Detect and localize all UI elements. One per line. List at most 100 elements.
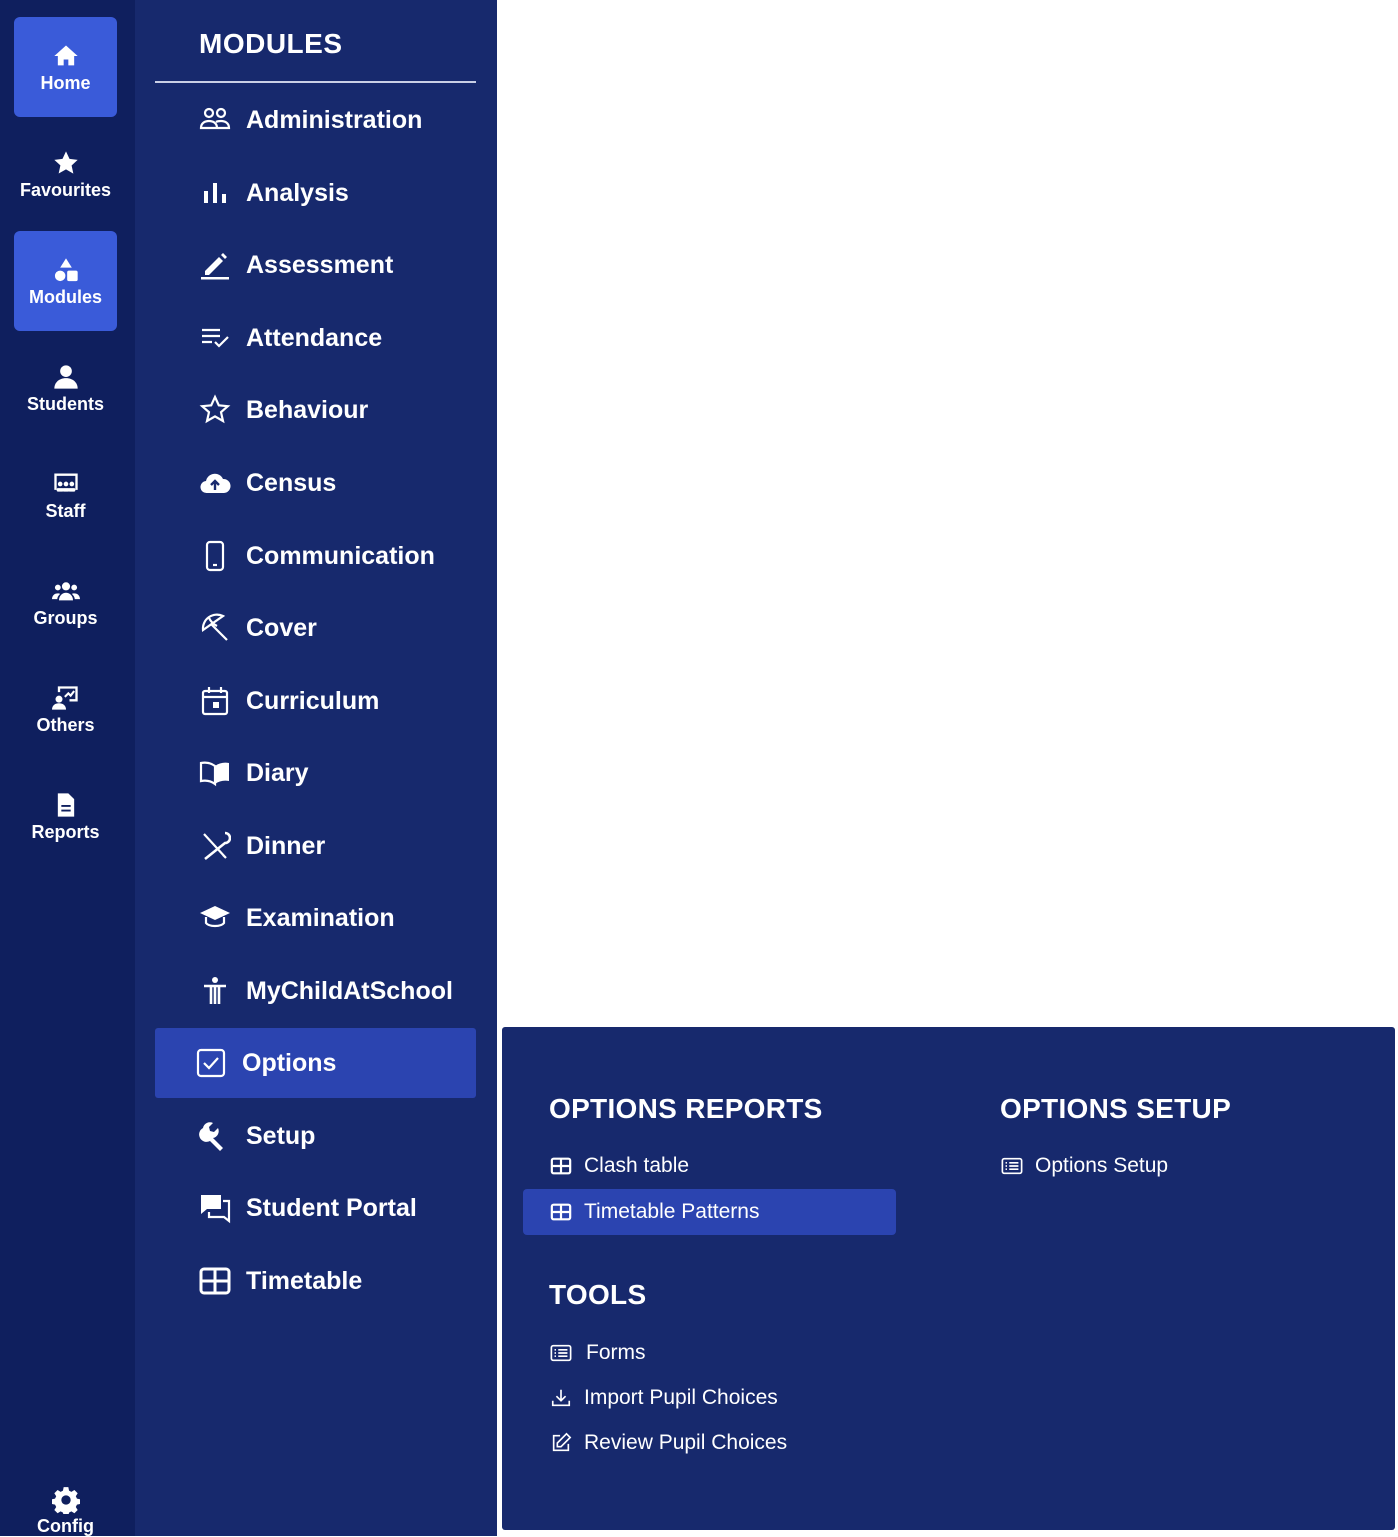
module-label: MyChildAtSchool — [246, 976, 453, 1005]
submenu-label: Options Setup — [1035, 1154, 1169, 1177]
rail-modules[interactable]: Modules — [14, 231, 117, 331]
module-label: Analysis — [246, 178, 349, 207]
star-outline-icon — [198, 393, 232, 427]
rail-label: Favourites — [19, 179, 112, 200]
star-icon — [51, 148, 81, 178]
rail-config[interactable]: Config — [14, 1468, 117, 1536]
submenu-review-pupil-choices[interactable]: Review Pupil Choices — [549, 1420, 787, 1466]
submenu-label: Review Pupil Choices — [584, 1431, 788, 1454]
modules-menu: MODULES Administration Analysis Assessme… — [135, 0, 497, 1536]
beach-umbrella-icon — [198, 611, 232, 645]
module-administration[interactable]: Administration — [155, 85, 476, 155]
rail-label: Others — [36, 714, 95, 735]
module-label: Timetable — [246, 1266, 363, 1295]
table-small-icon — [549, 1154, 573, 1178]
divider — [155, 81, 476, 83]
staff-board-icon — [51, 469, 81, 499]
rail-label: Students — [26, 393, 104, 414]
module-student-portal[interactable]: Student Portal — [155, 1173, 476, 1243]
submenu-forms[interactable]: Forms — [549, 1330, 646, 1376]
module-cover[interactable]: Cover — [155, 593, 476, 663]
module-census[interactable]: Census — [155, 448, 476, 518]
module-label: Examination — [246, 903, 395, 932]
cloud-upload-icon — [198, 466, 232, 500]
chat-icon — [198, 1191, 232, 1225]
checkbox-icon — [194, 1046, 228, 1080]
others-icon — [51, 683, 81, 713]
module-attendance[interactable]: Attendance — [155, 303, 476, 373]
rail-others[interactable]: Others — [14, 659, 117, 759]
module-assessment[interactable]: Assessment — [155, 230, 476, 300]
module-label: Options — [242, 1048, 337, 1077]
cutlery-icon — [198, 829, 232, 863]
module-analysis[interactable]: Analysis — [155, 158, 476, 228]
module-label: Attendance — [246, 323, 383, 352]
list-check-icon — [198, 321, 232, 355]
icon-rail: Home Favourites Modules Students Staff G… — [0, 0, 135, 1536]
table-small-icon — [549, 1200, 573, 1224]
document-icon — [51, 790, 81, 820]
module-communication[interactable]: Communication — [155, 521, 476, 591]
edit-icon — [549, 1431, 573, 1455]
submenu-options-setup[interactable]: Options Setup — [1000, 1143, 1168, 1189]
rail-home[interactable]: Home — [14, 17, 117, 117]
rail-groups[interactable]: Groups — [14, 552, 117, 652]
tools-title: TOOLS — [549, 1279, 647, 1310]
home-icon — [51, 41, 81, 71]
people-outline-icon — [198, 103, 232, 137]
module-label: Diary — [246, 758, 309, 787]
modules-title: MODULES — [199, 28, 343, 59]
phone-icon — [198, 539, 232, 573]
list-box-icon — [1000, 1154, 1024, 1178]
rail-reports[interactable]: Reports — [14, 766, 117, 866]
download-icon — [549, 1386, 573, 1410]
options-reports-title: OPTIONS REPORTS — [549, 1093, 823, 1124]
module-diary[interactable]: Diary — [155, 738, 476, 808]
submenu-clash-table[interactable]: Clash table — [549, 1143, 699, 1189]
module-curriculum[interactable]: Curriculum — [155, 666, 476, 736]
module-dinner[interactable]: Dinner — [155, 811, 476, 881]
rail-label: Config — [37, 1516, 94, 1536]
person-icon — [51, 362, 81, 392]
module-label: Student Portal — [246, 1193, 417, 1222]
rail-staff[interactable]: Staff — [14, 445, 117, 545]
module-examination[interactable]: Examination — [155, 883, 476, 953]
module-label: Administration — [246, 105, 423, 134]
rail-label: Groups — [33, 607, 98, 628]
accessibility-icon — [198, 974, 232, 1008]
rail-label: Reports — [31, 821, 100, 842]
gear-icon — [51, 1486, 81, 1514]
module-label: Behaviour — [246, 395, 369, 424]
rail-label: Staff — [45, 500, 86, 521]
module-label: Cover — [246, 613, 317, 642]
submenu-import-pupil-choices[interactable]: Import Pupil Choices — [549, 1375, 778, 1421]
module-behaviour[interactable]: Behaviour — [155, 375, 476, 445]
module-timetable[interactable]: Timetable — [155, 1246, 476, 1316]
wrench-icon — [198, 1119, 232, 1153]
module-label: Setup — [246, 1121, 316, 1150]
submenu-label: Forms — [586, 1341, 646, 1364]
options-setup-title: OPTIONS SETUP — [1000, 1093, 1232, 1124]
rail-students[interactable]: Students — [14, 338, 117, 438]
module-label: Curriculum — [246, 686, 380, 715]
shapes-icon — [51, 255, 81, 285]
submenu-label: Clash table — [584, 1154, 690, 1177]
submenu-label: Timetable Patterns — [584, 1200, 760, 1223]
module-setup[interactable]: Setup — [155, 1101, 476, 1171]
module-mychildatschool[interactable]: MyChildAtSchool — [155, 956, 476, 1026]
submenu-timetable-patterns[interactable]: Timetable Patterns — [523, 1189, 896, 1235]
book-open-icon — [198, 756, 232, 790]
groups-icon — [51, 576, 81, 606]
module-label: Communication — [246, 541, 435, 570]
module-label: Census — [246, 468, 337, 497]
pencil-icon — [198, 248, 232, 282]
list-box-icon — [549, 1341, 573, 1365]
module-label: Dinner — [246, 831, 326, 860]
bar-chart-icon — [198, 176, 232, 210]
table-icon — [198, 1264, 232, 1298]
rail-favourites[interactable]: Favourites — [14, 124, 117, 224]
rail-label: Home — [40, 72, 91, 93]
graduation-cap-icon — [198, 901, 232, 935]
rail-label: Modules — [28, 286, 102, 307]
module-options[interactable]: Options — [155, 1028, 476, 1098]
